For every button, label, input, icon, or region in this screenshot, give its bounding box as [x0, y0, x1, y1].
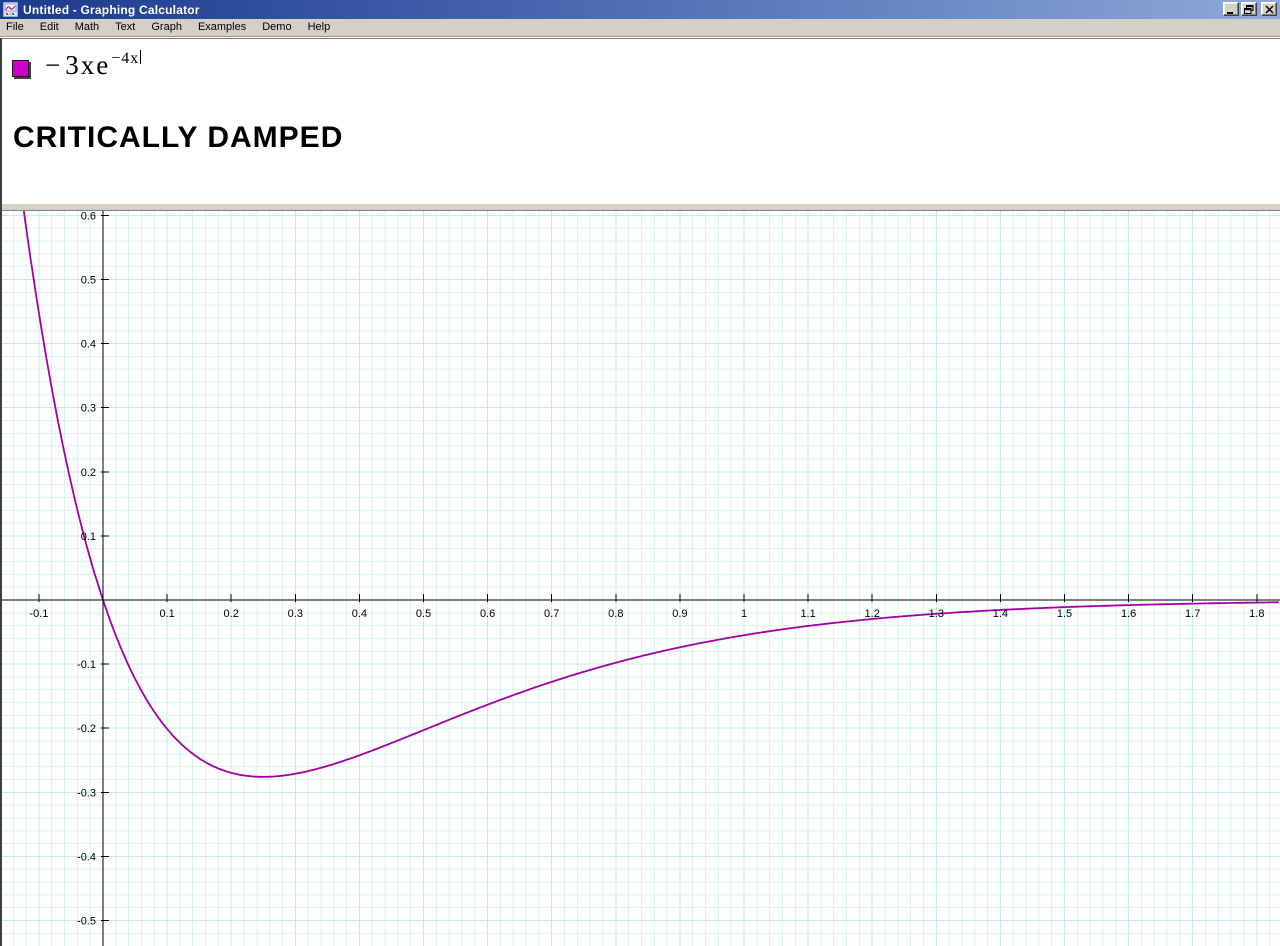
menu-math[interactable]: Math — [67, 19, 107, 36]
menu-edit[interactable]: Edit — [32, 19, 67, 36]
x-tick-label: 1.7 — [1185, 608, 1200, 620]
panel-splitter[interactable] — [0, 203, 1280, 211]
y-tick-label: 0.6 — [81, 211, 96, 222]
y-tick-label: 0.4 — [81, 339, 96, 351]
y-tick-label: -0.3 — [77, 787, 96, 799]
menu-demo[interactable]: Demo — [254, 19, 299, 36]
x-tick-label: 0.8 — [608, 608, 623, 620]
menu-graph[interactable]: Graph — [143, 19, 190, 36]
x-tick-label: 0.5 — [416, 608, 431, 620]
y-tick-label: -0.1 — [77, 659, 96, 671]
close-button[interactable] — [1261, 2, 1277, 16]
x-tick-label: 1.1 — [800, 608, 815, 620]
equation-editor[interactable]: −3xe−4x — [45, 51, 141, 81]
x-tick-label: 0.6 — [480, 608, 495, 620]
x-tick-label: 1.8 — [1249, 608, 1264, 620]
restore-icon — [1244, 5, 1254, 14]
x-tick-label: 0.4 — [352, 608, 367, 620]
x-tick-label: 1 — [741, 608, 747, 620]
x-tick-label: -0.1 — [29, 608, 48, 620]
menu-examples[interactable]: Examples — [190, 19, 254, 36]
close-icon — [1265, 5, 1274, 14]
y-tick-label: 0.1 — [81, 531, 96, 543]
equation-exponent: −4x — [111, 50, 139, 67]
x-tick-label: 0.7 — [544, 608, 559, 620]
x-tick-label: 1.5 — [1057, 608, 1072, 620]
restore-button[interactable] — [1241, 2, 1257, 16]
menu-text[interactable]: Text — [107, 19, 143, 36]
x-tick-label: 0.2 — [224, 608, 239, 620]
equation-minus: − — [45, 50, 60, 80]
x-tick-label: 0.9 — [672, 608, 687, 620]
window-title: Untitled - Graphing Calculator — [23, 3, 200, 17]
x-tick-label: 1.2 — [865, 608, 880, 620]
minimize-icon — [1226, 5, 1236, 14]
y-tick-label: 0.5 — [81, 275, 96, 287]
y-tick-label: 0.2 — [81, 467, 96, 479]
equation-body: 3xe — [65, 50, 110, 80]
function-curve — [0, 211, 1279, 777]
annotation-text[interactable]: CRITICALLY DAMPED — [13, 121, 343, 155]
title-bar: Untitled - Graphing Calculator — [0, 0, 1280, 19]
y-tick-label: 0.3 — [81, 403, 96, 415]
menu-file[interactable]: File — [0, 19, 32, 36]
x-tick-label: 1.3 — [929, 608, 944, 620]
window-left-border — [0, 38, 2, 946]
x-tick-label: 1.4 — [993, 608, 1008, 620]
equation-color-swatch[interactable] — [12, 60, 29, 77]
menu-help[interactable]: Help — [300, 19, 339, 36]
x-tick-label: 0.3 — [288, 608, 303, 620]
minimize-button[interactable] — [1223, 2, 1239, 16]
y-tick-label: -0.5 — [77, 916, 96, 928]
equation-panel: −3xe−4x CRITICALLY DAMPED — [0, 38, 1280, 203]
y-tick-label: -0.2 — [77, 723, 96, 735]
app-icon — [3, 2, 18, 17]
x-tick-label: 1.6 — [1121, 608, 1136, 620]
plot-canvas: -0.1 0.1 0.2 0.3 0.4 0.5 0.6 0.7 0.8 0.9 1 1.1 1.2 1.… — [0, 211, 1280, 946]
x-tick-label: 0.1 — [159, 608, 174, 620]
window-controls — [1221, 2, 1277, 16]
graph-view[interactable]: -0.1 0.1 0.2 0.3 0.4 0.5 0.6 0.7 0.8 0.9 1 1.1 1.2 1.… — [0, 211, 1280, 946]
menu-bar: File Edit Math Text Graph Examples Demo … — [0, 19, 1280, 37]
text-caret — [140, 50, 141, 64]
y-tick-label: -0.4 — [77, 851, 96, 863]
